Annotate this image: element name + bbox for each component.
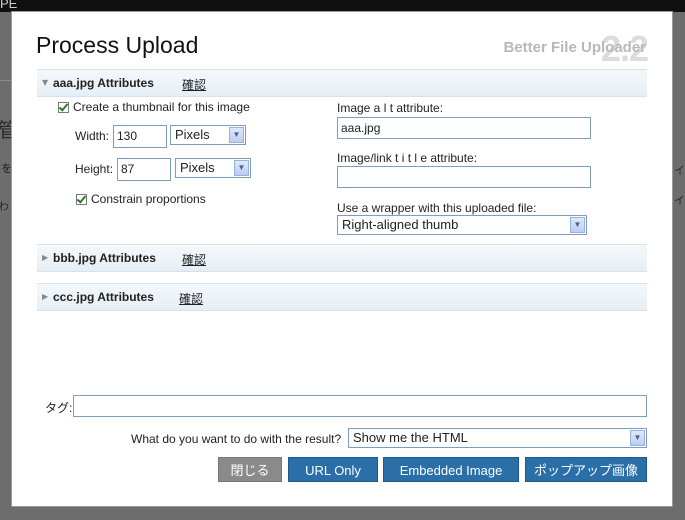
section-title: ccc.jpg Attributes — [53, 290, 154, 304]
dialog-title: Process Upload — [36, 32, 199, 58]
background-text: イ — [674, 194, 685, 207]
expanded-arrow-icon: ▼ — [42, 78, 49, 87]
confirm-link[interactable]: 確認 — [182, 251, 206, 268]
background-text: [を — [0, 162, 13, 175]
chevron-down-icon: ▼ — [570, 217, 585, 233]
constrain-checkbox[interactable] — [76, 194, 87, 205]
section-title: bbb.jpg Attributes — [53, 251, 156, 265]
background-text: わ — [0, 200, 9, 213]
tags-label: タグ: — [45, 401, 73, 415]
chevron-down-icon: ▼ — [229, 127, 244, 143]
background-text: イ — [674, 164, 685, 177]
popup-image-button[interactable]: ポップアップ画像 — [525, 457, 647, 482]
alt-input[interactable]: aaa.jpg — [337, 117, 591, 139]
confirm-link[interactable]: 確認 — [182, 76, 206, 93]
result-label: What do you want to do with the result? — [131, 432, 342, 446]
title-input[interactable] — [337, 166, 591, 188]
thumbnail-checkbox[interactable] — [58, 102, 69, 113]
chevron-down-icon: ▼ — [630, 430, 645, 446]
width-unit-select[interactable]: Pixels ▼ — [170, 125, 246, 145]
width-input[interactable]: 130 — [113, 125, 167, 148]
title-label: Image/link t i t l e attribute: — [337, 151, 478, 165]
background-logo: PE — [0, 0, 18, 11]
section-header-bbb[interactable]: ▶ bbb.jpg Attributes 確認 — [37, 244, 647, 272]
url-only-button[interactable]: URL Only — [288, 457, 378, 482]
collapsed-arrow-icon: ▶ — [42, 292, 49, 301]
collapsed-arrow-icon: ▶ — [42, 253, 49, 262]
close-button[interactable]: 閉じる — [218, 457, 282, 482]
result-select[interactable]: Show me the HTML ▼ — [348, 428, 647, 448]
embedded-image-button[interactable]: Embedded Image — [383, 457, 519, 482]
height-unit-value: Pixels — [180, 160, 215, 175]
wrapper-value: Right-aligned thumb — [342, 217, 459, 232]
tags-input[interactable] — [73, 395, 647, 417]
section-title: aaa.jpg Attributes — [53, 76, 154, 90]
height-label: Height: — [75, 162, 114, 176]
background-top-bar: PE — [0, 0, 685, 12]
result-value: Show me the HTML — [353, 430, 468, 445]
thumbnail-label: Create a thumbnail for this image — [73, 100, 250, 114]
confirm-link[interactable]: 確認 — [179, 290, 203, 307]
background-divider — [0, 80, 12, 81]
wrapper-select[interactable]: Right-aligned thumb ▼ — [337, 215, 587, 235]
constrain-label: Constrain proportions — [91, 192, 206, 206]
width-unit-value: Pixels — [175, 127, 210, 142]
upload-dialog: Process Upload 2.2 Better File Uploader … — [12, 12, 672, 506]
alt-label: Image a l t attribute: — [337, 101, 444, 115]
wrapper-label: Use a wrapper with this uploaded file: — [337, 201, 537, 215]
height-unit-select[interactable]: Pixels ▼ — [175, 158, 251, 178]
chevron-down-icon: ▼ — [234, 160, 249, 176]
section-header-ccc[interactable]: ▶ ccc.jpg Attributes 確認 — [37, 283, 647, 311]
section-header-aaa[interactable]: ▼ aaa.jpg Attributes 確認 — [37, 69, 647, 97]
brand-name: Better File Uploader — [503, 39, 646, 56]
height-input[interactable]: 87 — [117, 158, 171, 181]
width-label: Width: — [75, 129, 110, 143]
